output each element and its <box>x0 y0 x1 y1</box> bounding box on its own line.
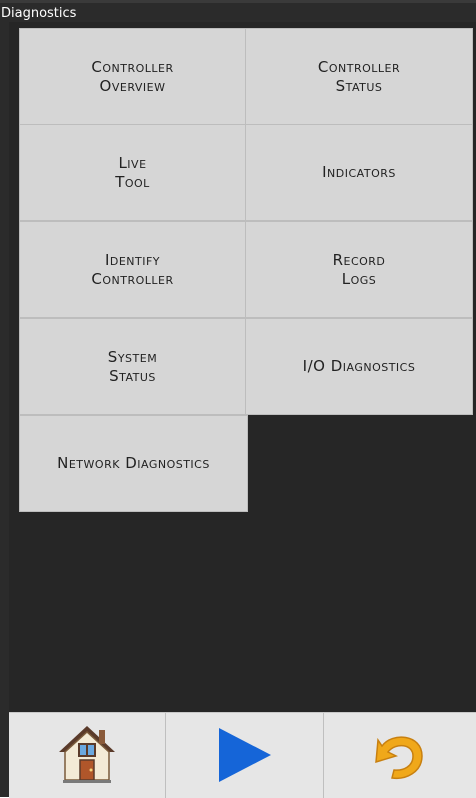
bottom-toolbar <box>9 712 476 798</box>
identify-controller-button[interactable]: Identify Controller <box>19 221 246 318</box>
undo-icon <box>368 722 432 790</box>
diagnostics-panel: Controller Overview Controller Status Li… <box>9 22 476 712</box>
controller-status-button[interactable]: Controller Status <box>245 28 473 125</box>
home-button[interactable] <box>9 713 165 798</box>
io-diagnostics-button[interactable]: I/O Diagnostics <box>245 318 473 415</box>
back-button[interactable] <box>324 713 476 798</box>
record-logs-button[interactable]: Record Logs <box>245 221 473 318</box>
system-status-button[interactable]: System Status <box>19 318 246 415</box>
live-tool-button[interactable]: Live Tool <box>19 124 246 221</box>
controller-overview-button[interactable]: Controller Overview <box>19 28 246 125</box>
network-diagnostics-button[interactable]: Network Diagnostics <box>19 415 248 512</box>
diagnostics-screen: Diagnostics Controller Overview Controll… <box>0 0 476 798</box>
indicators-button[interactable]: Indicators <box>245 124 473 221</box>
play-button[interactable] <box>166 713 323 798</box>
window-title: Diagnostics <box>0 0 476 22</box>
home-icon <box>55 722 119 790</box>
play-icon <box>213 722 277 790</box>
